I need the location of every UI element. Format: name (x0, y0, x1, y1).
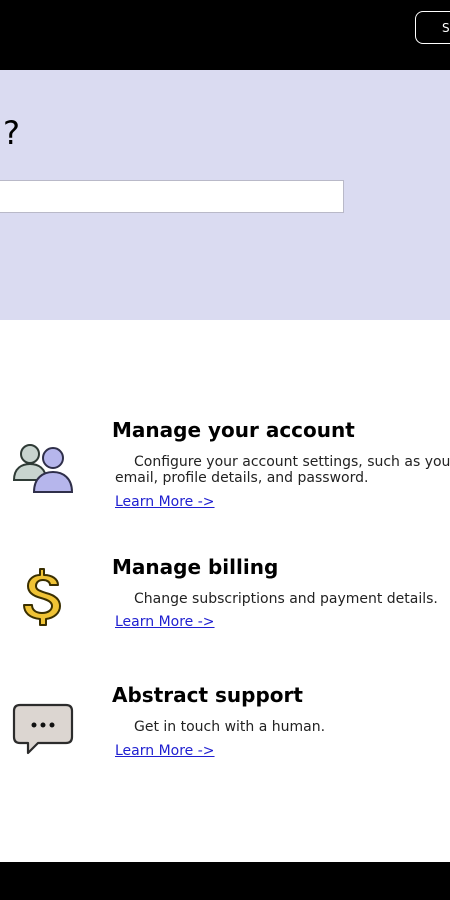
card-description: Configure your account settings, such as… (115, 454, 450, 486)
page: Submit ? Manage your account Configure y… (0, 0, 450, 900)
hero-title: ? (3, 114, 20, 152)
card-description: Get in touch with a human. (134, 719, 326, 735)
card-title: Manage billing (112, 555, 279, 579)
users-icon (10, 434, 74, 498)
card-title: Manage your account (112, 418, 355, 442)
learn-more-link[interactable]: Learn More -> (115, 614, 215, 630)
top-nav-bar: Submit (0, 0, 450, 70)
learn-more-link[interactable]: Learn More -> (115, 494, 215, 510)
learn-more-link[interactable]: Learn More -> (115, 743, 215, 759)
search-input[interactable] (0, 180, 344, 213)
footer-bar (0, 862, 450, 900)
dollar-icon (10, 563, 74, 627)
card-title: Abstract support (112, 683, 303, 707)
submit-request-button[interactable]: Submit (415, 11, 450, 44)
card-description: Change subscriptions and payment details… (134, 591, 438, 607)
chat-bubble-icon (10, 697, 74, 761)
hero-section: ? (0, 70, 450, 320)
